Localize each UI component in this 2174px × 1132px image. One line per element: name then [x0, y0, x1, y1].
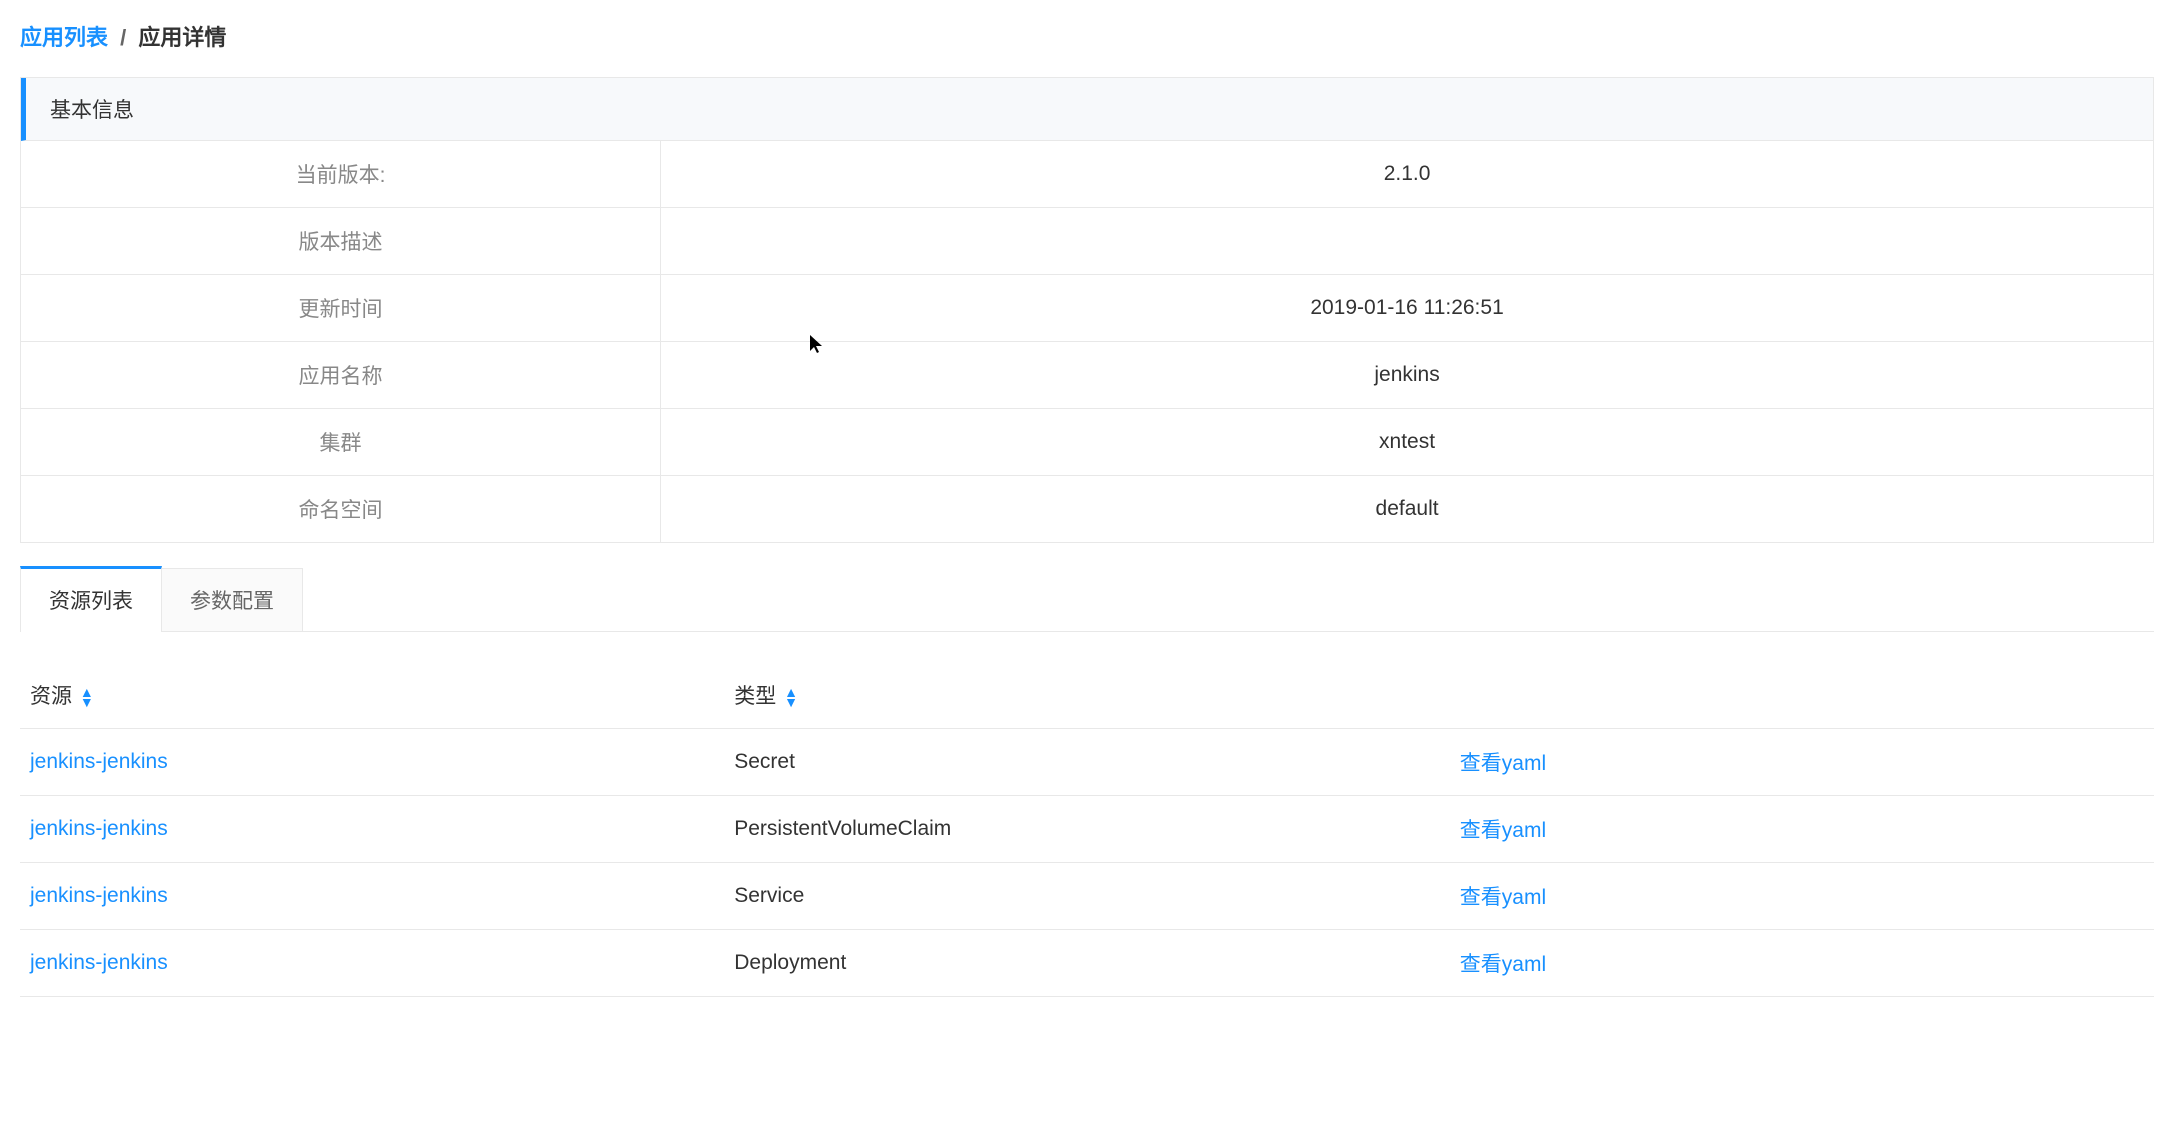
info-label: 当前版本:	[21, 141, 661, 208]
resource-link[interactable]: jenkins-jenkins	[30, 817, 168, 840]
info-row-version: 当前版本: 2.1.0	[21, 141, 2153, 208]
column-header-resource[interactable]: 资源 ▲ ▼	[20, 662, 724, 729]
resource-type: Service	[724, 863, 1450, 930]
tab-param-config[interactable]: 参数配置	[161, 568, 303, 631]
info-label: 应用名称	[21, 342, 661, 409]
tabs: 资源列表 参数配置	[20, 568, 2154, 632]
column-header-action	[1450, 662, 2154, 729]
info-value: 2.1.0	[661, 141, 2153, 208]
info-value: 2019-01-16 11:26:51	[661, 275, 2153, 342]
info-label: 更新时间	[21, 275, 661, 342]
tab-resource-list[interactable]: 资源列表	[20, 566, 162, 631]
breadcrumb-separator: /	[120, 25, 126, 50]
info-value: default	[661, 476, 2153, 543]
info-row-description: 版本描述	[21, 208, 2153, 275]
info-value	[661, 208, 2153, 275]
column-header-label: 资源	[30, 685, 72, 708]
info-row-app-name: 应用名称 jenkins	[21, 342, 2153, 409]
resource-link[interactable]: jenkins-jenkins	[30, 750, 168, 773]
resource-type: PersistentVolumeClaim	[724, 796, 1450, 863]
breadcrumb-link-app-list[interactable]: 应用列表	[20, 25, 108, 50]
view-yaml-link[interactable]: 查看yaml	[1460, 886, 1546, 909]
basic-info-title: 基本信息	[21, 78, 2153, 141]
column-header-label: 类型	[734, 685, 776, 708]
table-row: jenkins-jenkins Service 查看yaml	[20, 863, 2154, 930]
basic-info-table: 当前版本: 2.1.0 版本描述 更新时间 2019-01-16 11:26:5…	[21, 141, 2153, 542]
info-label: 版本描述	[21, 208, 661, 275]
sort-icon: ▲ ▼	[784, 685, 798, 709]
info-label: 命名空间	[21, 476, 661, 543]
basic-info-panel: 基本信息 当前版本: 2.1.0 版本描述 更新时间 2019-01-16 11…	[20, 77, 2154, 543]
breadcrumb: 应用列表 / 应用详情	[20, 20, 2154, 52]
resource-table: 资源 ▲ ▼ 类型 ▲ ▼ jenkins-jenkins Secret 查看y…	[20, 662, 2154, 997]
view-yaml-link[interactable]: 查看yaml	[1460, 953, 1546, 976]
info-label: 集群	[21, 409, 661, 476]
info-row-cluster: 集群 xntest	[21, 409, 2153, 476]
column-header-type[interactable]: 类型 ▲ ▼	[724, 662, 1450, 729]
table-row: jenkins-jenkins Deployment 查看yaml	[20, 930, 2154, 997]
sort-icon: ▲ ▼	[80, 685, 94, 709]
info-row-namespace: 命名空间 default	[21, 476, 2153, 543]
resource-link[interactable]: jenkins-jenkins	[30, 951, 168, 974]
view-yaml-link[interactable]: 查看yaml	[1460, 819, 1546, 842]
table-row: jenkins-jenkins Secret 查看yaml	[20, 729, 2154, 796]
info-value: xntest	[661, 409, 2153, 476]
info-value: jenkins	[661, 342, 2153, 409]
resource-link[interactable]: jenkins-jenkins	[30, 884, 168, 907]
resource-type: Deployment	[724, 930, 1450, 997]
info-row-update-time: 更新时间 2019-01-16 11:26:51	[21, 275, 2153, 342]
table-row: jenkins-jenkins PersistentVolumeClaim 查看…	[20, 796, 2154, 863]
view-yaml-link[interactable]: 查看yaml	[1460, 752, 1546, 775]
resource-type: Secret	[724, 729, 1450, 796]
breadcrumb-current: 应用详情	[138, 25, 226, 50]
